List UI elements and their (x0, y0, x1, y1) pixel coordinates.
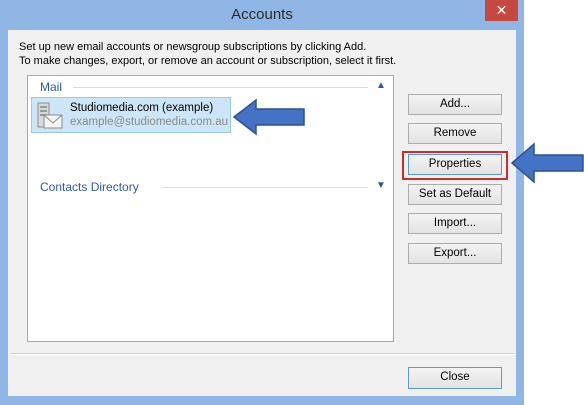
chevron-down-icon[interactable]: ▼ (376, 180, 386, 191)
accounts-dialog: Accounts ✕ Set up new email accounts or … (0, 0, 524, 405)
account-email: example@studiomedia.com.au (70, 116, 229, 128)
window-frame-bottom (0, 396, 524, 405)
chevron-up-icon[interactable]: ▲ (376, 80, 386, 91)
window-title: Accounts (231, 6, 293, 23)
window-frame-right (516, 30, 524, 405)
set-as-default-button[interactable]: Set as Default (408, 184, 502, 205)
window-frame-left (0, 30, 8, 405)
group-header-contacts[interactable]: Contacts Directory (40, 180, 139, 194)
title-bar[interactable]: Accounts ✕ (0, 0, 524, 30)
email-account-icon (37, 102, 63, 129)
group-divider (73, 87, 368, 88)
instructions-line-1: Set up new email accounts or newsgroup s… (19, 41, 367, 53)
instructions-line-2: To make changes, export, or remove an ac… (19, 55, 397, 67)
add-button[interactable]: Add... (408, 94, 502, 115)
close-icon: ✕ (495, 2, 508, 18)
account-name: Studiomedia.com (example) (70, 102, 214, 114)
accounts-list[interactable]: Mail ▲ Studiomedia.com (example) example… (27, 75, 394, 342)
properties-highlight-box (402, 151, 508, 180)
group-header-mail[interactable]: Mail (40, 80, 62, 94)
list-item-account[interactable]: Studiomedia.com (example) example@studio… (31, 97, 231, 133)
annotation-arrow-left-icon (510, 142, 584, 184)
group-divider (162, 187, 368, 188)
close-button[interactable]: Close (408, 367, 502, 389)
close-window-button[interactable]: ✕ (485, 0, 518, 21)
annotation-arrow-left-icon (232, 98, 305, 136)
dialog-separator-highlight (11, 354, 514, 355)
import-button[interactable]: Import... (408, 213, 502, 234)
instructions-text: Set up new email accounts or newsgroup s… (19, 40, 399, 68)
remove-button[interactable]: Remove (408, 123, 502, 144)
export-button[interactable]: Export... (408, 243, 502, 264)
